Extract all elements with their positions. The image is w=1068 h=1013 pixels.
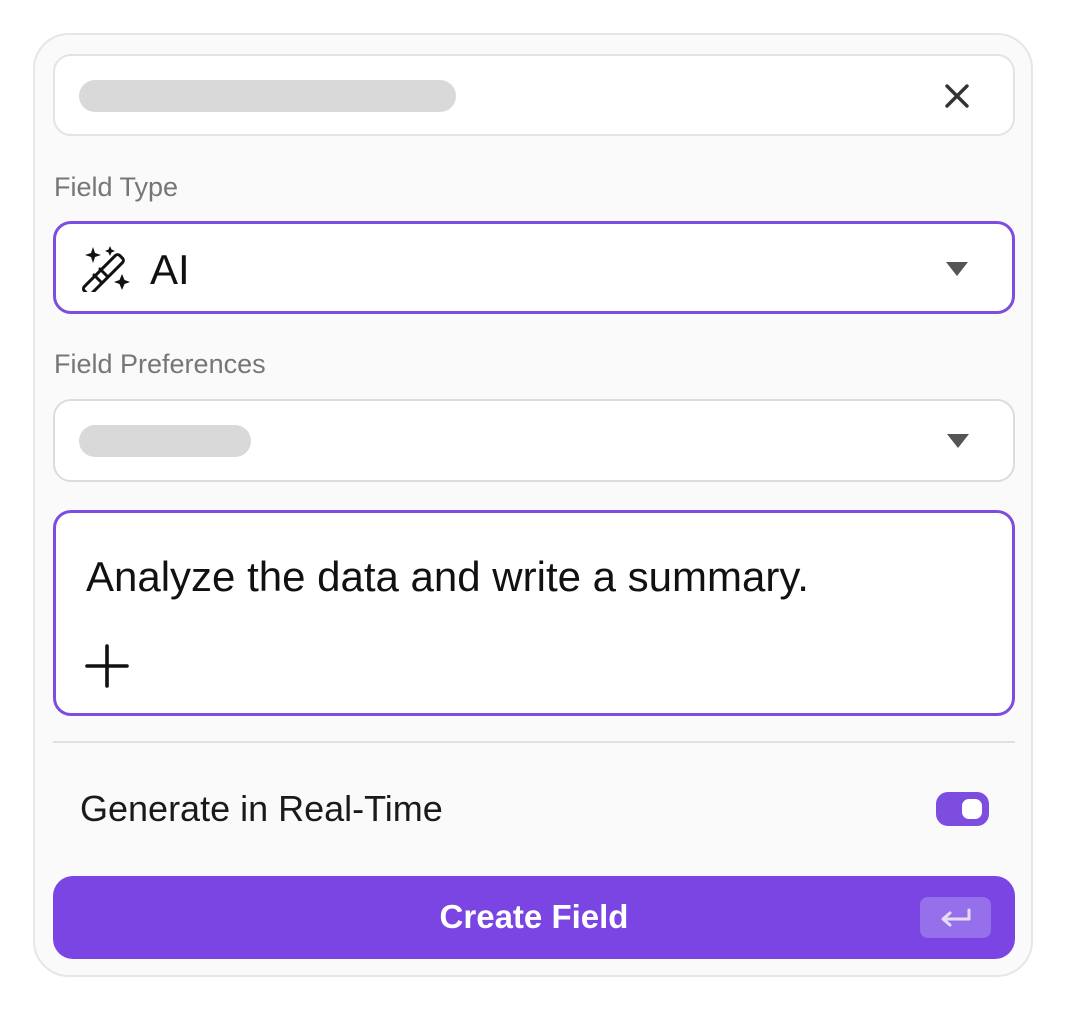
field-name-row[interactable]: [53, 54, 1015, 136]
field-type-select[interactable]: AI: [53, 221, 1015, 314]
close-button[interactable]: [941, 80, 973, 112]
field-preferences-label: Field Preferences: [54, 349, 266, 379]
prompt-text: Analyze the data and write a summary.: [86, 553, 809, 600]
create-field-panel: [33, 33, 1033, 977]
realtime-label: Generate in Real-Time: [80, 788, 443, 829]
close-icon: [945, 84, 969, 108]
divider: [53, 741, 1015, 743]
field-type-value: AI: [150, 246, 190, 293]
field-type-label: Field Type: [54, 172, 179, 202]
plus-icon[interactable]: [84, 643, 130, 689]
field-name-skeleton: [79, 80, 456, 112]
magic-wand-icon: [81, 246, 130, 292]
create-field-button[interactable]: Create Field: [53, 876, 1015, 959]
chevron-down-icon: [946, 262, 968, 276]
create-field-label: Create Field: [439, 898, 629, 935]
field-preferences-skeleton: [79, 425, 251, 457]
enter-key-icon: [920, 897, 991, 938]
realtime-toggle[interactable]: [936, 792, 989, 826]
chevron-down-icon: [947, 434, 969, 448]
prompt-input[interactable]: Analyze the data and write a summary.: [53, 510, 1015, 716]
toggle-knob: [962, 799, 982, 819]
field-preferences-select[interactable]: [53, 399, 1015, 482]
